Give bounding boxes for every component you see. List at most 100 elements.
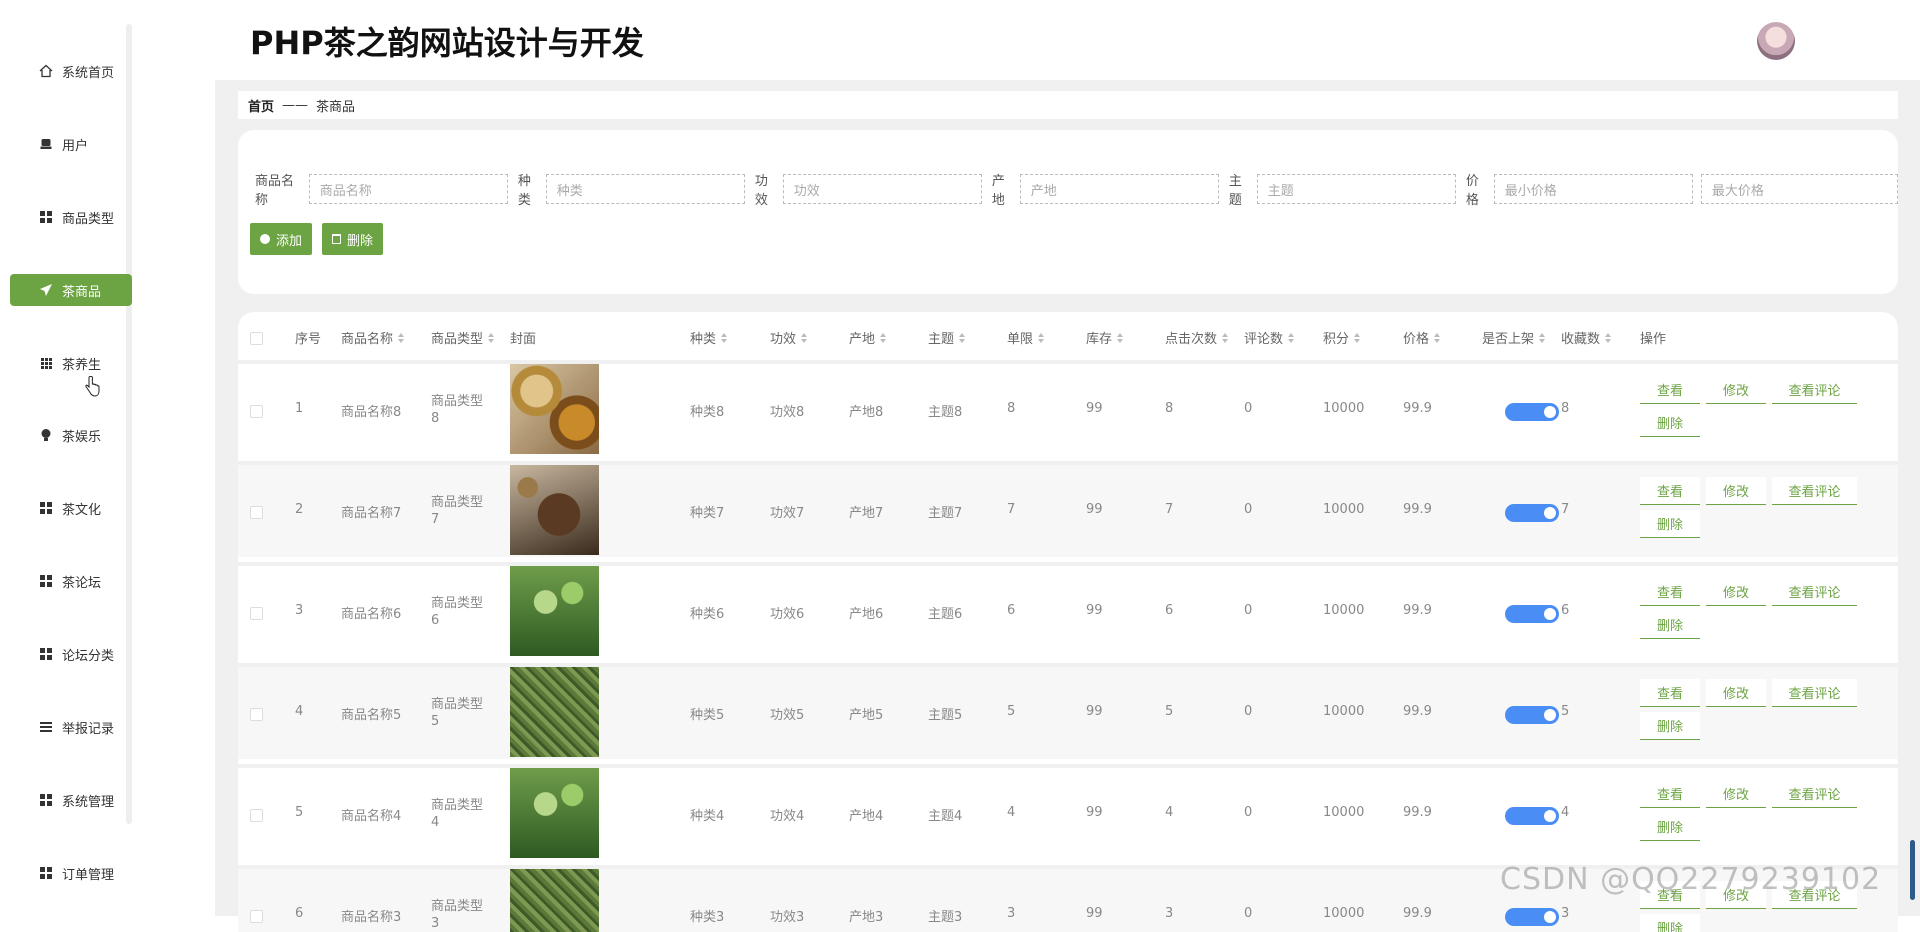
- cell-limit: 5: [1007, 704, 1016, 719]
- sidebar-item-product-type[interactable]: 商品类型: [10, 201, 132, 233]
- cell-theme: 主题6: [928, 607, 963, 622]
- header-price[interactable]: 价格: [1403, 328, 1441, 347]
- cell-effect: 功效8: [770, 405, 805, 420]
- sidebar-item-tea-entertainment[interactable]: 茶娱乐: [10, 419, 132, 451]
- row-checkbox[interactable]: [250, 809, 263, 822]
- edit-button[interactable]: 修改: [1706, 578, 1766, 606]
- header-on-shelf[interactable]: 是否上架: [1482, 328, 1546, 347]
- breadcrumb: 首页 —— 茶商品: [238, 91, 1898, 119]
- row-delete-button[interactable]: 删除: [1640, 510, 1700, 538]
- header-points[interactable]: 积分: [1323, 328, 1361, 347]
- edit-button[interactable]: 修改: [1706, 477, 1766, 505]
- sidebar-item-forum-category[interactable]: 论坛分类: [10, 638, 132, 670]
- breadcrumb-home[interactable]: 首页: [248, 96, 274, 115]
- row-delete-button[interactable]: 删除: [1640, 409, 1700, 437]
- on-shelf-toggle[interactable]: [1505, 706, 1559, 724]
- cell-clicks: 5: [1165, 704, 1174, 719]
- cell-effect: 功效7: [770, 506, 805, 521]
- plus-circle-icon: [260, 234, 270, 244]
- sidebar-item-order-management[interactable]: 订单管理: [10, 857, 132, 889]
- view-comments-button[interactable]: 查看评论: [1772, 376, 1857, 404]
- page-scrollbar[interactable]: [1910, 840, 1915, 900]
- view-button[interactable]: 查看: [1640, 780, 1700, 808]
- type-search-input[interactable]: 种类: [545, 174, 745, 204]
- cell-name: 商品名称7: [341, 506, 402, 521]
- on-shelf-toggle[interactable]: [1505, 908, 1559, 926]
- row-checkbox[interactable]: [250, 910, 263, 923]
- row-delete-button[interactable]: 删除: [1640, 712, 1700, 740]
- products-table: 序号 商品名称 商品类型 封面 种类 功效 产地 主题 单限 库存 点击次数 评…: [238, 312, 1898, 932]
- header-theme[interactable]: 主题: [928, 328, 966, 347]
- max-price-input[interactable]: 最大价格: [1700, 174, 1898, 204]
- cell-category-line1: 商品类型: [431, 697, 484, 712]
- add-button[interactable]: 添加: [250, 223, 313, 255]
- row-checkbox[interactable]: [250, 708, 263, 721]
- edit-button[interactable]: 修改: [1706, 376, 1766, 404]
- view-comments-button[interactable]: 查看评论: [1772, 780, 1857, 808]
- row-delete-button[interactable]: 删除: [1640, 611, 1700, 639]
- cell-comments: 0: [1244, 704, 1253, 719]
- row-checkbox[interactable]: [250, 506, 263, 519]
- sidebar-item-home[interactable]: 系统首页: [10, 55, 132, 87]
- header-category[interactable]: 商品类型: [431, 328, 495, 347]
- sidebar-item-system-management[interactable]: 系统管理: [10, 784, 132, 816]
- sidebar-item-tea-culture[interactable]: 茶文化: [10, 492, 132, 524]
- on-shelf-toggle[interactable]: [1505, 605, 1559, 623]
- cell-category-line1: 商品类型: [431, 798, 484, 813]
- name-search-input[interactable]: 商品名称: [308, 174, 508, 204]
- sidebar-item-report-records[interactable]: 举报记录: [10, 711, 132, 743]
- view-comments-button[interactable]: 查看评论: [1772, 578, 1857, 606]
- header-origin[interactable]: 产地: [849, 328, 887, 347]
- cell-name: 商品名称6: [341, 607, 402, 622]
- view-comments-button[interactable]: 查看评论: [1772, 477, 1857, 505]
- sidebar-item-tea-forum[interactable]: 茶论坛: [10, 565, 132, 597]
- view-button[interactable]: 查看: [1640, 679, 1700, 707]
- header-kind[interactable]: 种类: [690, 328, 728, 347]
- row-checkbox[interactable]: [250, 607, 263, 620]
- header-stock[interactable]: 库存: [1086, 328, 1124, 347]
- delete-button[interactable]: 删除: [322, 223, 384, 255]
- cell-price: 99.9: [1403, 704, 1432, 719]
- sidebar-item-label: 茶文化: [62, 502, 102, 518]
- header-name[interactable]: 商品名称: [341, 328, 405, 347]
- watermark: CSDN @QQ2279239102: [1500, 862, 1882, 897]
- theme-search-input[interactable]: 主题: [1256, 174, 1456, 204]
- avatar[interactable]: [1757, 22, 1795, 60]
- sidebar-item-user[interactable]: 用户: [10, 128, 132, 160]
- cell-comments: 0: [1244, 906, 1253, 921]
- header-favorites[interactable]: 收藏数: [1561, 328, 1612, 347]
- view-button[interactable]: 查看: [1640, 578, 1700, 606]
- header-limit[interactable]: 单限: [1007, 328, 1045, 347]
- effect-search-input[interactable]: 功效: [782, 174, 982, 204]
- header-effect[interactable]: 功效: [770, 328, 808, 347]
- edit-button[interactable]: 修改: [1706, 679, 1766, 707]
- on-shelf-toggle[interactable]: [1505, 403, 1559, 421]
- row-checkbox[interactable]: [250, 405, 263, 418]
- view-button[interactable]: 查看: [1640, 477, 1700, 505]
- header-comments[interactable]: 评论数: [1244, 328, 1295, 347]
- cell-origin: 产地5: [849, 708, 884, 723]
- sidebar-item-tea-health[interactable]: 茶养生: [10, 347, 132, 379]
- sidebar-item-tea-products[interactable]: 茶商品: [10, 274, 132, 306]
- cell-kind: 种类6: [690, 607, 725, 622]
- header-clicks[interactable]: 点击次数: [1165, 328, 1229, 347]
- cell-limit: 6: [1007, 603, 1016, 618]
- cell-points: 10000: [1323, 603, 1365, 618]
- origin-label: 产地: [991, 174, 1005, 208]
- grid-icon: [38, 646, 54, 662]
- view-comments-button[interactable]: 查看评论: [1772, 679, 1857, 707]
- min-price-input[interactable]: 最小价格: [1493, 174, 1693, 204]
- cell-stock: 99: [1086, 603, 1103, 618]
- view-button[interactable]: 查看: [1640, 376, 1700, 404]
- select-all-checkbox[interactable]: [250, 332, 263, 345]
- cell-origin: 产地7: [849, 506, 884, 521]
- row-delete-button[interactable]: 删除: [1640, 914, 1700, 932]
- grid9-icon: [38, 355, 54, 371]
- origin-search-input[interactable]: 产地: [1019, 174, 1219, 204]
- on-shelf-toggle[interactable]: [1505, 807, 1559, 825]
- table-row: 1 商品名称8 商品类型 8 种类8 功效8 产地8 主题8 8 99 8 0 10000 99.9 8 查看…: [238, 360, 1898, 456]
- cell-comments: 0: [1244, 805, 1253, 820]
- row-delete-button[interactable]: 删除: [1640, 813, 1700, 841]
- edit-button[interactable]: 修改: [1706, 780, 1766, 808]
- on-shelf-toggle[interactable]: [1505, 504, 1559, 522]
